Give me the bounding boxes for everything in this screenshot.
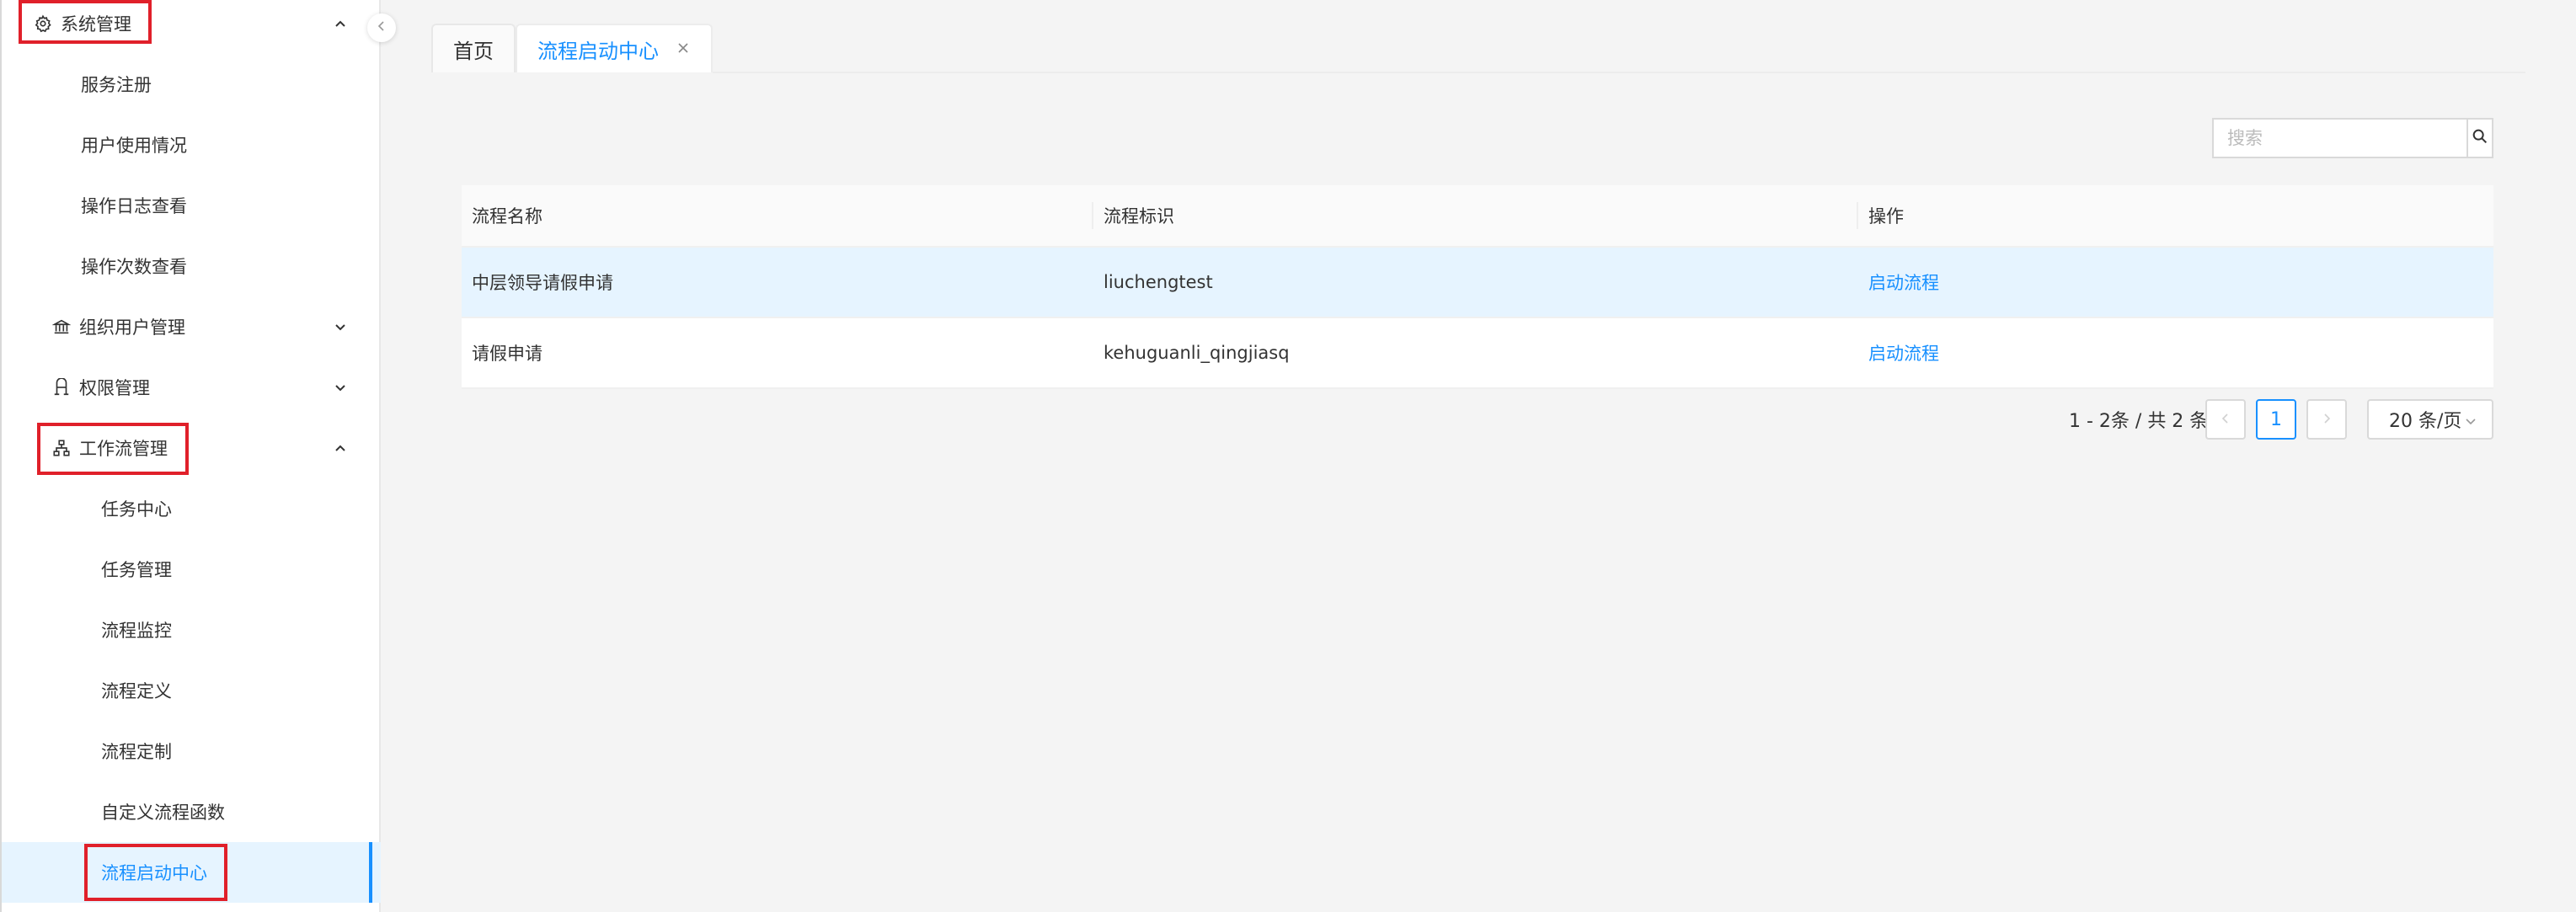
chevron-down-icon	[2463, 413, 2478, 434]
sidebar-item-label: 系统管理	[61, 14, 131, 35]
gear-icon	[32, 13, 54, 35]
search-box	[2212, 118, 2493, 158]
tab-bar-divider	[713, 72, 2525, 73]
sidebar-item-label: 工作流管理	[79, 439, 168, 459]
tab-process-launch-center[interactable]: 流程启动中心	[516, 24, 713, 72]
column-header-process-name: 流程名称	[472, 206, 542, 227]
sidebar-item-service-registry[interactable]: 服务注册	[2, 54, 381, 115]
cell-process-key: liuchengtest	[1104, 272, 1213, 292]
search-button[interactable]	[2466, 118, 2493, 158]
pagination-total: 1 - 2条 / 共 2 条	[2069, 411, 2209, 432]
sidebar-item-operation-log[interactable]: 操作日志查看	[2, 175, 381, 236]
sidebar-item-process-definition[interactable]: 流程定义	[2, 660, 381, 721]
table-row[interactable]: 请假申请 kehuguanli_qingjiasq 启动流程	[462, 318, 2493, 389]
table-row[interactable]: 中层领导请假申请 liuchengtest 启动流程	[462, 248, 2493, 318]
tab-home[interactable]: 首页	[431, 24, 516, 72]
sidebar: 系统管理 服务注册 用户使用情况 操作日志查看 操作次数查看 组织用户管理 权限…	[0, 0, 381, 912]
cell-process-name: 请假申请	[472, 344, 542, 364]
sidebar-collapse-button[interactable]	[367, 13, 396, 42]
sidebar-item-label: 操作日志查看	[81, 196, 187, 216]
pagination-next-button[interactable]	[2306, 399, 2347, 440]
chevron-up-icon	[332, 15, 349, 32]
column-header-actions: 操作	[1868, 206, 1904, 227]
column-separator	[1092, 202, 1093, 229]
sidebar-item-process-launch-center[interactable]: 流程启动中心	[2, 842, 381, 903]
sidebar-item-label: 流程启动中心	[101, 863, 207, 883]
search-icon	[2471, 127, 2489, 149]
sidebar-item-workflow-management[interactable]: 工作流管理	[2, 418, 381, 478]
sidebar-item-operation-count[interactable]: 操作次数查看	[2, 236, 381, 296]
page-size-select[interactable]: 20 条/页	[2367, 399, 2493, 440]
search-input[interactable]	[2212, 118, 2466, 158]
sidebar-item-label: 流程定制	[101, 742, 172, 762]
sidebar-item-process-customization[interactable]: 流程定制	[2, 721, 381, 781]
cell-actions: 启动流程	[1858, 318, 2493, 387]
bank-icon	[51, 316, 72, 338]
column-header-process-key: 流程标识	[1104, 206, 1174, 227]
sidebar-item-label: 操作次数查看	[81, 257, 187, 277]
sidebar-item-process-monitor[interactable]: 流程监控	[2, 600, 381, 660]
cell-process-name: 中层领导请假申请	[472, 273, 613, 293]
sidebar-item-task-center[interactable]: 任务中心	[2, 478, 381, 539]
sidebar-item-label: 流程定义	[101, 681, 172, 701]
close-icon[interactable]	[676, 37, 691, 61]
process-table: 流程名称 流程标识 操作 中层领导请假申请 liuchengtest 启动流程 …	[462, 185, 2493, 389]
sidebar-item-label: 服务注册	[81, 75, 152, 95]
sidebar-item-user-usage[interactable]: 用户使用情况	[2, 115, 381, 175]
sidebar-item-org-users[interactable]: 组织用户管理	[2, 296, 381, 357]
sidebar-item-task-management[interactable]: 任务管理	[2, 539, 381, 600]
chevron-down-icon	[332, 379, 349, 396]
start-process-link[interactable]: 启动流程	[1868, 269, 1939, 295]
pagination-page-button[interactable]: 1	[2256, 399, 2296, 440]
sidebar-item-label: 组织用户管理	[79, 317, 185, 338]
sidebar-item-label: 任务中心	[101, 499, 172, 520]
pagination-prev-button[interactable]	[2205, 399, 2246, 440]
sidebar-item-custom-process-functions[interactable]: 自定义流程函数	[2, 781, 381, 842]
column-separator	[1857, 202, 1858, 229]
sidebar-item-system-management[interactable]: 系统管理	[2, 0, 381, 54]
tab-label: 流程启动中心	[537, 39, 659, 63]
chevron-up-icon	[332, 440, 349, 456]
sidebar-item-label: 权限管理	[79, 378, 150, 398]
table-header: 流程名称 流程标识 操作	[462, 185, 2493, 248]
start-process-link[interactable]: 启动流程	[1868, 340, 1939, 365]
cell-process-key: kehuguanli_qingjiasq	[1104, 343, 1290, 363]
cell-actions: 启动流程	[1858, 248, 2493, 317]
chevron-left-icon	[375, 19, 388, 36]
sidebar-item-permissions[interactable]: 权限管理	[2, 357, 381, 418]
chevron-right-icon	[2320, 409, 2333, 430]
page-size-value: 20 条/页	[2389, 411, 2462, 432]
tab-label: 首页	[453, 39, 494, 63]
chevron-left-icon	[2219, 409, 2232, 430]
sidebar-item-label: 任务管理	[101, 560, 172, 580]
sidebar-item-label: 自定义流程函数	[101, 803, 225, 823]
sidebar-item-label: 用户使用情况	[81, 136, 187, 156]
chevron-down-icon	[332, 318, 349, 335]
sidebar-item-label: 流程监控	[101, 621, 172, 641]
key-icon	[51, 376, 72, 398]
workflow-icon	[51, 437, 72, 459]
